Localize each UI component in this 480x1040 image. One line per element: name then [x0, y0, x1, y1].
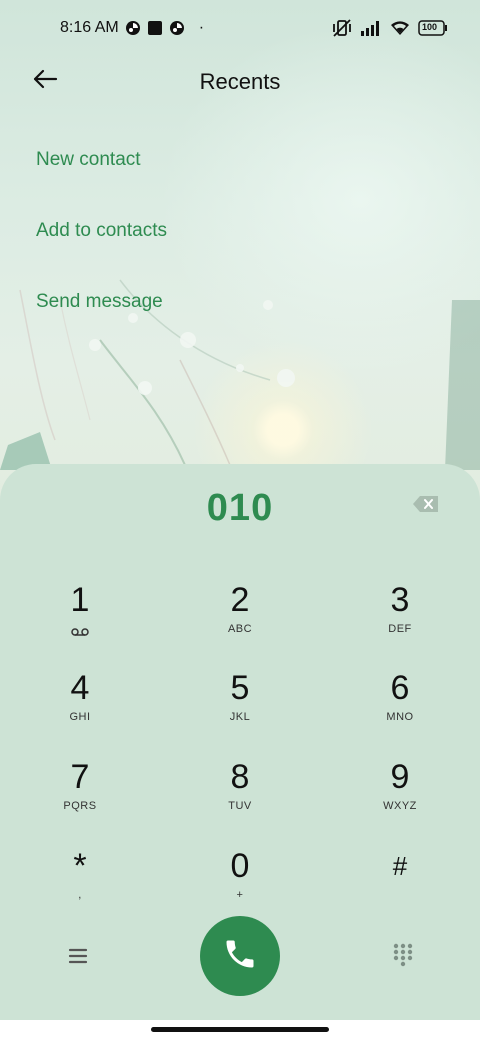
key-4[interactable]: 4 GHI: [20, 668, 140, 748]
key-digit: 4: [70, 669, 90, 707]
key-letters: +: [236, 889, 244, 901]
wifi-icon: [390, 20, 410, 36]
key-letters: JKL: [229, 711, 251, 723]
voicemail-icon: [71, 624, 89, 642]
menu-button[interactable]: [62, 942, 94, 970]
key-letters: ABC: [227, 623, 253, 635]
key-letters: WXYZ: [383, 800, 417, 812]
key-letters: PQRS: [63, 800, 97, 812]
key-3[interactable]: 3 DEF: [340, 580, 460, 660]
key-1[interactable]: 1: [20, 580, 140, 660]
key-letters: DEF: [388, 623, 412, 635]
key-digit: 7: [70, 758, 90, 796]
signal-icon: [360, 20, 382, 36]
dialpad-toggle-button[interactable]: [388, 940, 418, 970]
key-star[interactable]: * ,: [20, 846, 140, 926]
vibrate-off-icon: [332, 19, 352, 37]
home-indicator[interactable]: [151, 1027, 329, 1032]
call-button[interactable]: [200, 916, 280, 996]
key-digit: 9: [390, 758, 410, 796]
page-title: Recents: [199, 69, 281, 94]
number-actions: New contact Add to contacts Send message: [36, 140, 167, 353]
back-arrow-icon: [32, 69, 58, 94]
add-to-contacts-action[interactable]: Add to contacts: [36, 211, 167, 282]
key-5[interactable]: 5 JKL: [180, 668, 300, 748]
backspace-button[interactable]: [412, 494, 442, 518]
key-0[interactable]: 0 +: [180, 846, 300, 926]
phone-icon: [222, 936, 258, 977]
backspace-icon: [412, 496, 440, 518]
battery-icon: 100: [418, 20, 448, 36]
app-notification-icon: [125, 20, 141, 36]
dialpad-icon: [388, 943, 418, 974]
status-bar: 8:16 AM · 100: [0, 0, 480, 56]
square-notification-icon: [147, 20, 163, 36]
key-digit: *: [73, 847, 87, 885]
key-letters: GHI: [69, 711, 91, 723]
back-button[interactable]: [28, 66, 62, 96]
menu-icon: [62, 948, 94, 974]
status-dot: ·: [198, 19, 205, 36]
key-digit: 8: [230, 758, 250, 796]
key-2[interactable]: 2 ABC: [180, 580, 300, 660]
key-digit: 3: [390, 581, 410, 619]
status-time: 8:16 AM: [60, 19, 119, 36]
key-8[interactable]: 8 TUV: [180, 757, 300, 837]
app-notification-icon: [169, 20, 185, 36]
key-digit: #: [392, 851, 408, 881]
key-digit: 2: [230, 581, 250, 619]
key-9[interactable]: 9 WXYZ: [340, 757, 460, 837]
key-6[interactable]: 6 MNO: [340, 668, 460, 748]
key-digit: 5: [230, 669, 250, 707]
key-letters: TUV: [228, 800, 252, 812]
app-header: Recents: [0, 56, 480, 108]
key-digit: 6: [390, 669, 410, 707]
send-message-action[interactable]: Send message: [36, 282, 167, 353]
key-hash[interactable]: #: [340, 846, 460, 926]
battery-level: 100: [422, 22, 438, 32]
key-letters: ,: [78, 889, 82, 901]
new-contact-action[interactable]: New contact: [36, 140, 167, 211]
key-letters: MNO: [386, 711, 414, 723]
dialed-number: 010: [206, 487, 274, 529]
key-7[interactable]: 7 PQRS: [20, 757, 140, 837]
key-digit: 0: [230, 847, 250, 885]
key-digit: 1: [70, 581, 90, 619]
